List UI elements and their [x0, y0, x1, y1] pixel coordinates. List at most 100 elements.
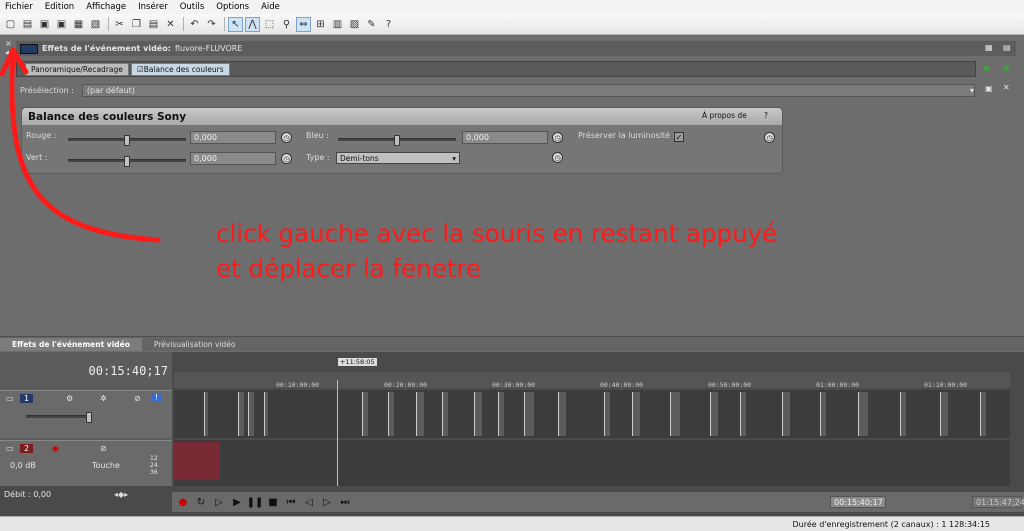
type-dropdown[interactable]: Demi-tons ▾ [336, 152, 460, 164]
video-event[interactable] [248, 392, 254, 436]
video-event[interactable] [524, 392, 534, 436]
rouge-value[interactable]: 0,000 [190, 131, 276, 144]
clock-icon[interactable]: ◷ [552, 152, 563, 163]
cursor-position[interactable]: 00:15:40;17 [830, 496, 886, 508]
video-track-header[interactable]: ▭ 1 ⚙ ✲ ⊘ ! [0, 390, 172, 438]
paste-icon[interactable]: ▤ [146, 17, 161, 32]
tab-video-event-fx[interactable]: Effets de l'événement vidéo [0, 338, 142, 351]
mute-icon[interactable]: ⊘ [134, 394, 141, 403]
render-icon[interactable]: ▦ [71, 17, 86, 32]
bleu-value[interactable]: 0,000 [462, 131, 548, 144]
loop-region-marker[interactable]: +11:58:05 [338, 358, 377, 366]
previous-frame-icon[interactable]: ◁ [302, 495, 316, 509]
video-event[interactable] [416, 392, 424, 436]
remove-plugin-icon[interactable]: ⊖ [1003, 64, 1010, 73]
video-event[interactable] [900, 392, 906, 436]
video-event[interactable] [940, 392, 948, 436]
audio-track-header[interactable]: ▭ 2 ◉ ⊘ 0,0 dB Touche 12 24 36 [0, 440, 172, 486]
video-event[interactable] [442, 392, 448, 436]
video-track[interactable] [174, 390, 1010, 438]
snap-icon[interactable]: ⊞ [313, 17, 328, 32]
help-icon[interactable]: ? [381, 17, 396, 32]
slider-thumb[interactable] [394, 135, 400, 146]
video-event[interactable] [474, 392, 482, 436]
video-event[interactable] [558, 392, 566, 436]
clock-icon[interactable]: ◷ [764, 132, 775, 143]
video-opacity-slider[interactable] [26, 412, 92, 423]
redo-icon[interactable]: ↷ [204, 17, 219, 32]
save-preset-icon[interactable]: ▣ [985, 84, 993, 93]
mute-icon[interactable]: ⊘ [100, 444, 107, 453]
normal-edit-tool-icon[interactable]: ↖ [228, 16, 243, 32]
video-event[interactable] [264, 392, 268, 436]
selection-tool-icon[interactable]: ⬚ [262, 17, 277, 32]
undo-icon[interactable]: ↶ [187, 17, 202, 32]
video-event[interactable] [740, 392, 746, 436]
menu-affichage[interactable]: Affichage [86, 2, 126, 12]
delete-icon[interactable]: ✕ [163, 17, 178, 32]
video-event[interactable] [362, 392, 368, 436]
audio-event[interactable] [174, 442, 220, 480]
video-event[interactable] [204, 392, 208, 436]
playhead-cursor[interactable] [337, 380, 338, 486]
vert-value[interactable]: 0,000 [190, 152, 276, 165]
about-button[interactable]: À propos de [702, 111, 747, 120]
video-event[interactable] [980, 392, 986, 436]
properties-icon[interactable]: ▧ [88, 17, 103, 32]
slider-thumb[interactable] [86, 412, 92, 423]
video-event[interactable] [604, 392, 610, 436]
video-event[interactable] [710, 392, 718, 436]
delete-preset-icon[interactable]: ✕ [1003, 83, 1010, 92]
open-icon[interactable]: ▤ [20, 17, 35, 32]
preserve-luminosity-checkbox[interactable]: ✓ [674, 132, 684, 142]
next-frame-icon[interactable]: ▷ [320, 495, 334, 509]
cut-icon[interactable]: ✂ [112, 17, 127, 32]
video-event[interactable] [820, 392, 826, 436]
minimize-icon[interactable]: ▭ [6, 394, 14, 403]
video-event[interactable] [238, 392, 244, 436]
menu-options[interactable]: Options [216, 2, 249, 12]
save-icon[interactable]: ▣ [37, 17, 52, 32]
automation-mode[interactable]: Touche [92, 461, 120, 470]
record-icon[interactable]: ● [176, 495, 190, 509]
help-button[interactable]: ? [764, 111, 768, 120]
list-view-icon[interactable]: ▤ [1003, 43, 1011, 52]
envelope-tool-icon[interactable]: ⋀ [245, 16, 260, 32]
video-event[interactable] [782, 392, 790, 436]
auto-ripple-icon[interactable]: ⇔ [296, 16, 311, 32]
rate-slider-icon[interactable]: ◂◆▸ [114, 490, 128, 499]
zoom-tool-icon[interactable]: ⚲ [279, 17, 294, 32]
new-icon[interactable]: ▢ [3, 17, 18, 32]
menu-edition[interactable]: Edition [45, 2, 74, 12]
audio-track[interactable] [174, 440, 1010, 486]
tab-video-preview[interactable]: Prévisualisation vidéo [142, 338, 248, 351]
add-plugin-icon[interactable]: ⊕ [983, 64, 990, 73]
auto-crossfade-icon[interactable]: ✎ [364, 17, 379, 32]
automation-icon[interactable]: ✲ [100, 394, 107, 403]
pause-icon[interactable]: ❚❚ [247, 495, 264, 509]
time-ruler[interactable]: 00:10:00:00 00:20:00:00 00:30:00:00 00:4… [174, 372, 1010, 389]
menu-aide[interactable]: Aide [261, 2, 280, 12]
clock-icon[interactable]: ◷ [281, 153, 292, 164]
go-to-start-icon[interactable]: ⏮ [284, 495, 298, 509]
video-event[interactable] [498, 392, 504, 436]
video-event[interactable] [388, 392, 394, 436]
record-arm-icon[interactable]: ◉ [52, 444, 59, 453]
video-event[interactable] [632, 392, 640, 436]
preset-dropdown[interactable]: (par défaut) ▾ [81, 83, 975, 97]
clock-icon[interactable]: ◷ [552, 132, 563, 143]
bleu-slider[interactable] [338, 135, 456, 146]
video-event[interactable] [858, 392, 868, 436]
minimize-icon[interactable]: ▭ [6, 444, 14, 453]
menu-outils[interactable]: Outils [180, 2, 205, 12]
copy-icon[interactable]: ❐ [129, 17, 144, 32]
effects-icon[interactable]: ⚙ [66, 394, 73, 403]
track-volume[interactable]: 0,0 dB [10, 461, 36, 470]
go-to-end-icon[interactable]: ⏭ [338, 495, 352, 509]
grid-view-icon[interactable]: ▦ [985, 43, 993, 52]
play-from-start-icon[interactable]: ▷ [212, 495, 226, 509]
solo-icon[interactable]: ! [152, 393, 162, 402]
selection-end[interactable]: 01:15:47;24 [972, 496, 1024, 508]
lock-envelopes-icon[interactable]: ▥ [330, 17, 345, 32]
play-icon[interactable]: ▶ [230, 495, 244, 509]
